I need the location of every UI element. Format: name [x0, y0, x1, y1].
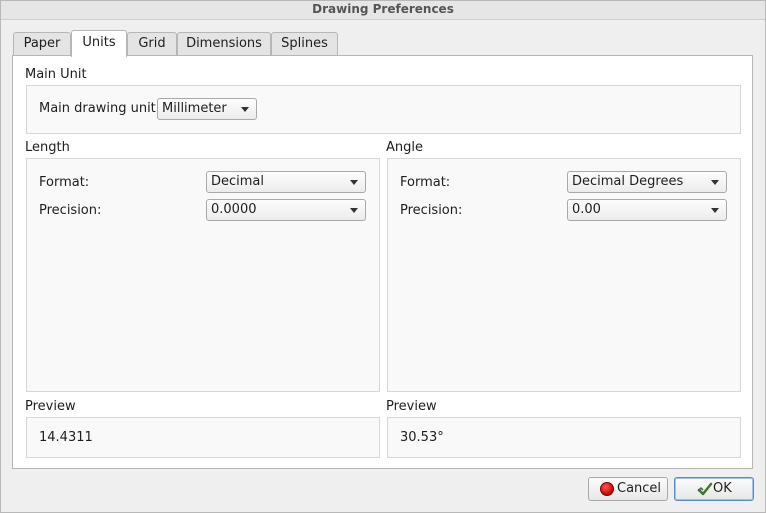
length-preview-title: Preview: [25, 399, 76, 414]
tab-grid-label: Grid: [138, 36, 166, 51]
check-icon: [697, 482, 713, 496]
chevron-down-icon: [350, 180, 358, 185]
main-drawing-unit-value: Millimeter: [162, 101, 227, 116]
angle-precision-select[interactable]: 0.00: [567, 199, 727, 221]
length-section-title: Length: [25, 140, 70, 155]
tab-units-label: Units: [82, 35, 116, 50]
length-format-label: Format:: [39, 175, 90, 190]
tab-units[interactable]: Units: [71, 30, 127, 57]
angle-preview-box: 30.53°: [387, 417, 741, 458]
chevron-down-icon: [241, 107, 249, 112]
angle-preview-title: Preview: [386, 399, 437, 414]
chevron-down-icon: [711, 208, 719, 213]
length-preview-box: 14.4311: [26, 417, 380, 458]
chevron-down-icon: [350, 208, 358, 213]
angle-format-label: Format:: [400, 175, 451, 190]
tab-paper-label: Paper: [23, 36, 61, 51]
main-drawing-unit-select[interactable]: Millimeter: [157, 98, 257, 120]
angle-precision-value: 0.00: [572, 202, 601, 217]
main-unit-section-title: Main Unit: [25, 67, 87, 82]
angle-section-title: Angle: [386, 140, 423, 155]
angle-format-value: Decimal Degrees: [572, 174, 684, 189]
ok-button[interactable]: OK: [674, 477, 754, 501]
window-title: Drawing Preferences: [0, 0, 766, 20]
cancel-button-label: Cancel: [617, 481, 662, 496]
ok-button-label: OK: [713, 481, 732, 496]
length-group: Format: Decimal Precision: 0.0000: [26, 158, 380, 392]
cancel-button[interactable]: Cancel: [588, 477, 668, 501]
length-format-value: Decimal: [211, 174, 265, 189]
angle-preview-value: 30.53°: [400, 430, 444, 445]
tab-dimensions-label: Dimensions: [186, 36, 262, 51]
cancel-icon: [600, 482, 614, 496]
length-format-select[interactable]: Decimal: [206, 171, 366, 193]
length-precision-value: 0.0000: [211, 202, 257, 217]
angle-precision-label: Precision:: [400, 203, 463, 218]
angle-format-select[interactable]: Decimal Degrees: [567, 171, 727, 193]
units-tab-panel: Main Unit Main drawing unit: Millimeter …: [12, 55, 753, 469]
tab-dimensions[interactable]: Dimensions: [177, 32, 271, 56]
main-unit-group: Main drawing unit: Millimeter: [26, 85, 741, 134]
main-drawing-unit-label: Main drawing unit:: [39, 101, 161, 116]
length-precision-label: Precision:: [39, 203, 102, 218]
chevron-down-icon: [711, 180, 719, 185]
length-preview-value: 14.4311: [39, 430, 93, 445]
tab-splines[interactable]: Splines: [271, 32, 338, 56]
tab-paper[interactable]: Paper: [13, 32, 71, 56]
length-precision-select[interactable]: 0.0000: [206, 199, 366, 221]
angle-group: Format: Decimal Degrees Precision: 0.00: [387, 158, 741, 392]
tab-splines-label: Splines: [281, 36, 328, 51]
tab-grid[interactable]: Grid: [127, 32, 177, 56]
